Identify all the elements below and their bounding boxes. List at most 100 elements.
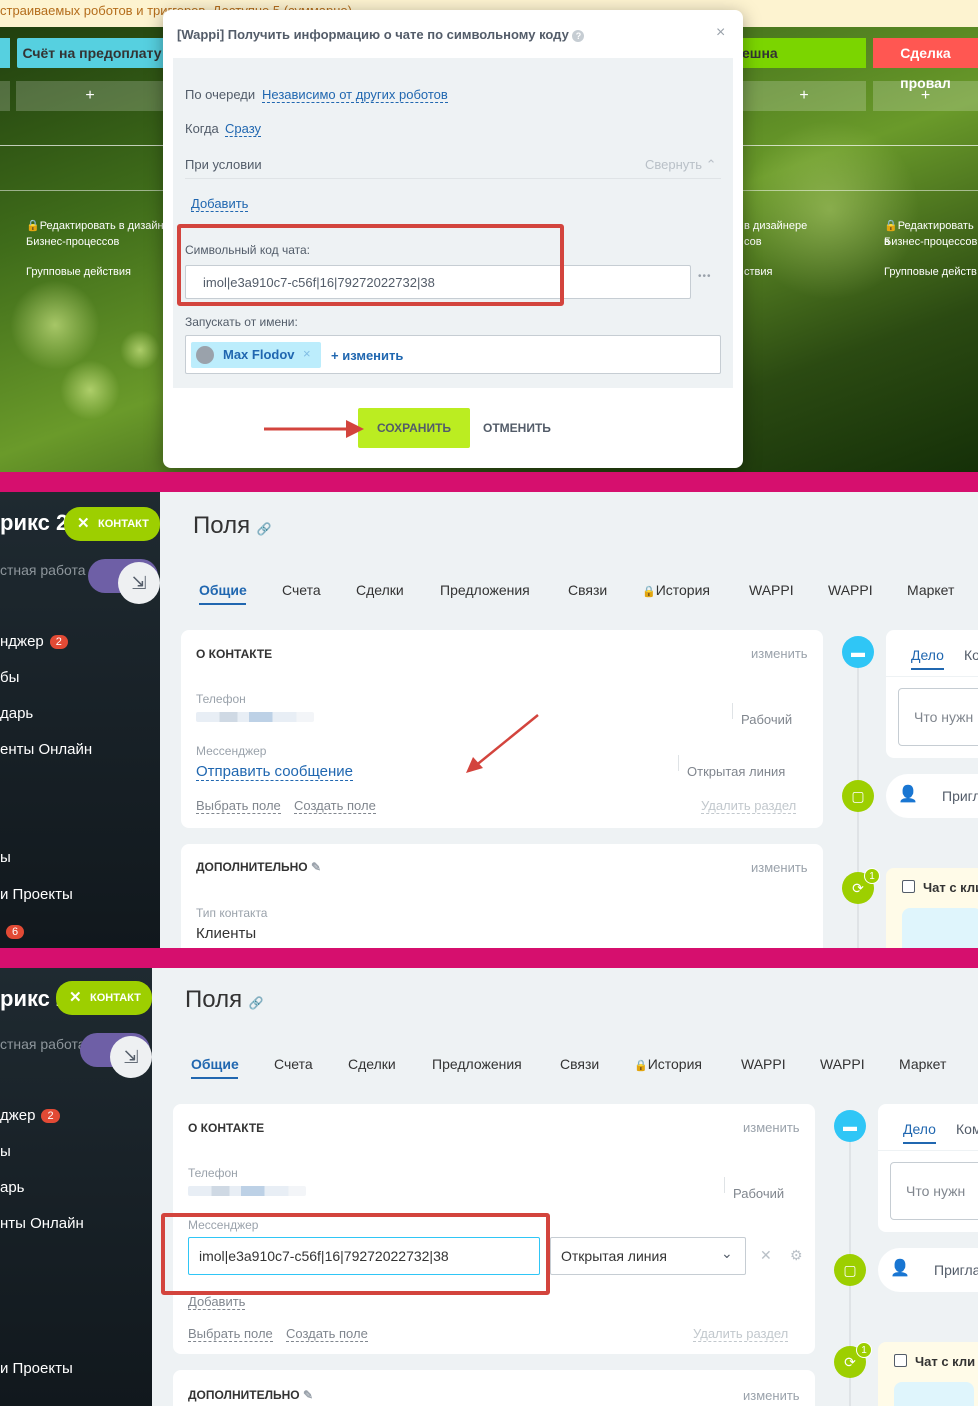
stage-prepayment-invoice[interactable]: Счёт на предоплату	[17, 38, 167, 68]
designer-link-right[interactable]: в дизайнере	[744, 218, 807, 234]
menu-item[interactable]: нты Онлайн	[0, 1215, 84, 1232]
chat-icon[interactable]: ▢	[842, 780, 874, 812]
edit-section-link[interactable]: изменить	[751, 860, 808, 875]
help-icon[interactable]: ?	[572, 29, 585, 42]
tab-quotes[interactable]: Предложения	[432, 1056, 522, 1072]
menu-item[interactable]: енты Онлайн	[0, 741, 92, 758]
stage-deal-lost[interactable]: Сделка провал	[873, 38, 978, 91]
menu-item[interactable]: арь	[0, 1179, 25, 1196]
when-value-link[interactable]: Сразу	[225, 121, 262, 137]
tab-wappi[interactable]: WAPPI	[749, 582, 794, 598]
choose-field-link[interactable]: Выбрать поле	[188, 1326, 273, 1342]
stage-success-partial[interactable]: ешна	[742, 38, 866, 68]
invite-item[interactable]: 👤 Пригл	[886, 774, 978, 818]
tab-comment[interactable]: Ко	[964, 647, 978, 663]
tab-history[interactable]: 🔒История	[634, 1056, 702, 1072]
tab-market[interactable]: Маркет	[907, 582, 954, 598]
collapse-link[interactable]: Свернуть ⌃	[645, 157, 717, 173]
run-as-field[interactable]: Max Flodov × + изменить	[185, 335, 721, 374]
menu-item-label: стная работа	[0, 562, 86, 578]
add-messenger-link[interactable]: Добавить	[188, 1294, 246, 1310]
menu-item[interactable]: бы	[0, 669, 19, 686]
delete-field-icon[interactable]: ✕	[760, 1247, 772, 1264]
menu-item[interactable]: джер 2	[0, 1107, 60, 1124]
tab-history[interactable]: 🔒История	[642, 582, 710, 598]
edit-section-link[interactable]: изменить	[743, 1388, 800, 1403]
queue-value-link[interactable]: Независимо от других роботов	[262, 87, 448, 103]
delete-section-link[interactable]: Удалить раздел	[693, 1326, 789, 1342]
edit-section-link[interactable]: изменить	[751, 646, 808, 661]
tab-relations[interactable]: Связи	[568, 582, 607, 598]
send-message-link[interactable]: Отправить сообщение	[196, 763, 354, 781]
activity-input[interactable]: Что нужн	[898, 688, 978, 746]
add-robot-bar[interactable]	[0, 81, 10, 111]
designer-link[interactable]: 🔒Редактировать в дизайне	[26, 218, 170, 234]
close-icon[interactable]: ×	[716, 24, 725, 42]
collapse-slider-icon[interactable]: ⇲	[118, 562, 160, 604]
chat-icon[interactable]: ▢	[834, 1254, 866, 1286]
create-field-link[interactable]: Создать поле	[294, 798, 376, 814]
tab-market[interactable]: Маркет	[899, 1056, 946, 1072]
group-actions-link[interactable]: Групповые действия	[26, 264, 131, 280]
cancel-button[interactable]: ОТМЕНИТЬ	[483, 421, 551, 435]
tab-deals[interactable]: Сделки	[356, 582, 404, 598]
delete-section-link[interactable]: Удалить раздел	[701, 798, 797, 814]
pencil-icon[interactable]: ✎	[311, 860, 321, 874]
tab-activity[interactable]: Дело	[911, 647, 944, 663]
collapse-slider-icon[interactable]: ⇲	[110, 1036, 152, 1078]
remove-user-icon[interactable]: ×	[303, 346, 311, 361]
invite-label: Пригл	[942, 788, 978, 804]
activity-input[interactable]: Что нужн	[890, 1162, 978, 1220]
menu-item[interactable]: стная работа	[0, 562, 86, 578]
add-robot-button[interactable]: +	[742, 81, 866, 111]
create-field-link[interactable]: Создать поле	[286, 1326, 368, 1342]
tab-general[interactable]: Общие	[199, 582, 247, 598]
pencil-icon[interactable]: ✎	[303, 1388, 313, 1402]
separator	[0, 472, 978, 492]
menu-item[interactable]: дарь	[0, 705, 33, 722]
edit-section-link[interactable]: изменить	[743, 1120, 800, 1135]
tab-deals[interactable]: Сделки	[348, 1056, 396, 1072]
menu-item[interactable]: 6	[0, 923, 25, 940]
comment-icon[interactable]: ▬	[834, 1110, 866, 1142]
menu-item[interactable]: и Проекты	[0, 1360, 73, 1377]
group-actions-far[interactable]: Групповые действ	[884, 264, 977, 280]
tab-wappi[interactable]: WAPPI	[741, 1056, 786, 1072]
add-robot-button[interactable]: +	[16, 81, 164, 111]
group-actions-right[interactable]: ствия	[744, 264, 772, 280]
tab-invoices[interactable]: Счета	[274, 1056, 313, 1072]
tab-general[interactable]: Общие	[191, 1056, 239, 1072]
lock-icon: 🔒	[884, 220, 898, 232]
messenger-type-select[interactable]: Открытая линия ⌄	[550, 1237, 746, 1275]
invite-item[interactable]: 👤 Пригла	[878, 1248, 978, 1292]
menu-item[interactable]: нджер 2	[0, 633, 68, 650]
tab-relations[interactable]: Связи	[560, 1056, 599, 1072]
tab-comment[interactable]: Ком	[956, 1121, 978, 1137]
brand-logo: рикс 2	[0, 510, 69, 535]
add-robot-button[interactable]: +	[873, 81, 978, 111]
tab-quotes[interactable]: Предложения	[440, 582, 530, 598]
link-icon[interactable]: 🔗	[249, 996, 264, 1010]
contact-slider-button[interactable]: ✕ КОНТАКТ	[64, 507, 160, 541]
divider	[732, 703, 733, 719]
choose-field-link[interactable]: Выбрать поле	[196, 798, 281, 814]
menu-item[interactable]: стная работа	[0, 1036, 86, 1052]
gear-icon[interactable]: ⚙	[790, 1247, 803, 1264]
comment-icon[interactable]: ▬	[842, 636, 874, 668]
menu-item[interactable]: ы	[0, 1143, 11, 1160]
phone-type: Рабочий	[733, 1186, 785, 1201]
menu-item[interactable]: и Проекты	[0, 886, 73, 903]
more-icon[interactable]: •••	[698, 271, 712, 282]
tab-invoices[interactable]: Счета	[282, 582, 321, 598]
checkbox[interactable]	[894, 1354, 907, 1367]
add-condition-link[interactable]: Добавить	[191, 196, 249, 212]
menu-item[interactable]: ы	[0, 849, 11, 866]
tab-activity[interactable]: Дело	[903, 1121, 936, 1137]
checkbox[interactable]	[902, 880, 915, 893]
link-icon[interactable]: 🔗	[257, 522, 272, 536]
contact-slider-button[interactable]: ✕ КОНТАКТ	[56, 981, 152, 1015]
tab-wappi[interactable]: WAPPI	[828, 582, 873, 598]
save-button[interactable]: СОХРАНИТЬ	[358, 408, 470, 448]
change-user-link[interactable]: + изменить	[331, 348, 403, 363]
tab-wappi[interactable]: WAPPI	[820, 1056, 865, 1072]
